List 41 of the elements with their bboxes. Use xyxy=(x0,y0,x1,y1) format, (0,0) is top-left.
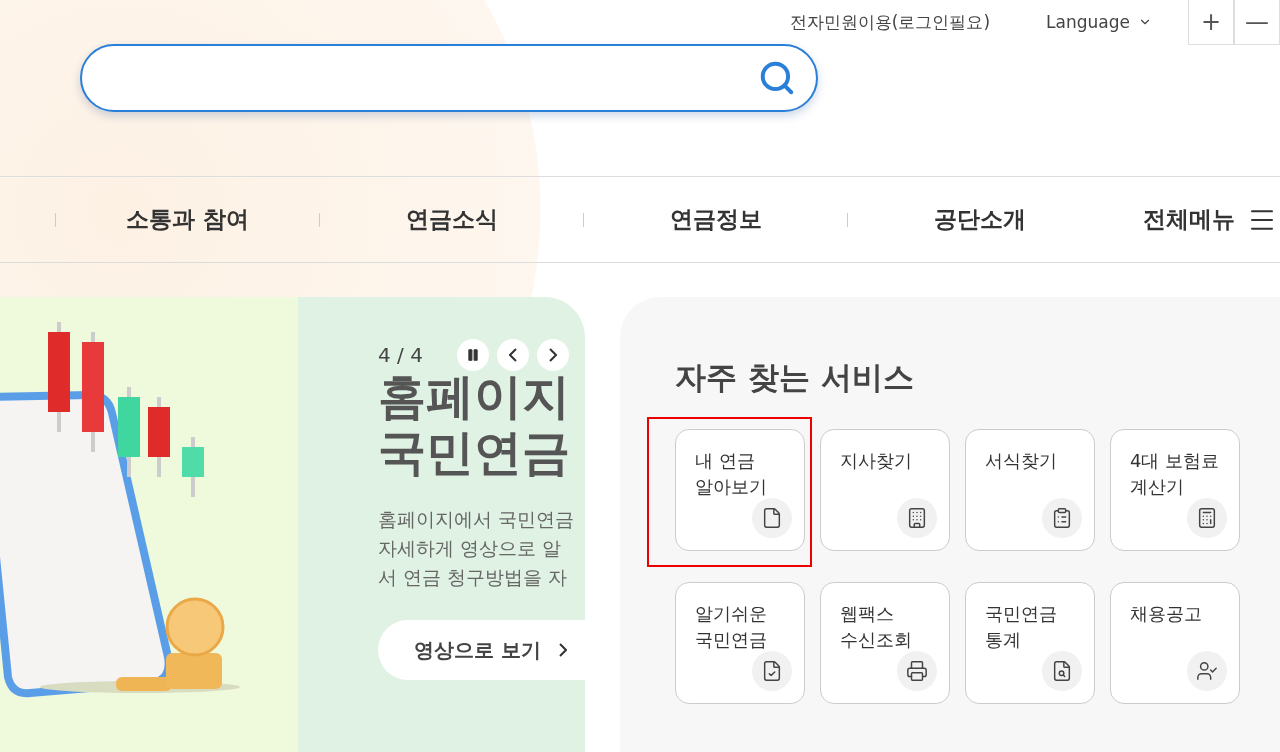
nav-menu-item[interactable]: 소통과 참여 xyxy=(56,204,319,235)
service-card[interactable]: 내 연금 알아보기 xyxy=(675,429,805,551)
building-icon xyxy=(897,498,937,538)
document-check-icon xyxy=(752,651,792,691)
hero-title: 홈페이지 xyxy=(378,367,571,426)
service-card[interactable]: 국민연금 통계 xyxy=(965,582,1095,704)
service-card[interactable]: 채용공고 xyxy=(1110,582,1240,704)
pause-button[interactable] xyxy=(456,339,489,371)
chevron-right-icon xyxy=(548,348,557,362)
search-icon[interactable] xyxy=(758,59,796,97)
document-icon xyxy=(752,498,792,538)
e-civil-service-link[interactable]: 전자민원이용(로그인필요) xyxy=(789,10,991,34)
chevron-right-icon xyxy=(558,643,567,657)
hero-description: 홈페이지에서 국민연금 자세하게 영상으로 알 서 연금 청구방법을 자 xyxy=(378,507,576,590)
section-title: 자주 찾는 서비스 xyxy=(675,358,915,397)
slide-counter: 4 / 4 xyxy=(378,343,423,367)
search-field[interactable] xyxy=(80,44,818,112)
pause-icon xyxy=(465,348,480,362)
previous-button[interactable] xyxy=(496,339,529,371)
service-card[interactable]: 지사찾기 xyxy=(820,429,950,551)
document-search-icon xyxy=(1042,651,1082,691)
printer-icon xyxy=(897,651,937,691)
language-dropdown[interactable]: Language xyxy=(1046,12,1152,32)
watch-video-button[interactable]: 영상으로 보기 xyxy=(378,620,585,680)
next-button[interactable] xyxy=(536,339,569,371)
hero-title: 국민연금 xyxy=(378,423,571,482)
calculator-icon xyxy=(1187,498,1227,538)
service-card[interactable]: 서식찾기 xyxy=(965,429,1095,551)
service-card[interactable]: 알기쉬운 국민연금 xyxy=(675,582,805,704)
nav-menu-item[interactable]: 공단소개 xyxy=(848,204,1111,235)
all-menu-button[interactable]: 전체메뉴 xyxy=(1143,204,1277,235)
zoom-in-button[interactable]: + xyxy=(1188,0,1234,45)
nav-menu-item[interactable]: 연금소식 xyxy=(320,204,583,235)
service-card[interactable]: 4대 보험료 계산기 xyxy=(1110,429,1240,551)
clipboard-icon xyxy=(1042,498,1082,538)
candlestick xyxy=(182,437,204,497)
zoom-out-button[interactable]: — xyxy=(1234,0,1280,45)
chevron-left-icon xyxy=(508,348,517,362)
nav-menu-item[interactable]: 연금정보 xyxy=(584,204,847,235)
service-card[interactable]: 웹팩스 수신조회 xyxy=(820,582,950,704)
user-check-icon xyxy=(1187,651,1227,691)
